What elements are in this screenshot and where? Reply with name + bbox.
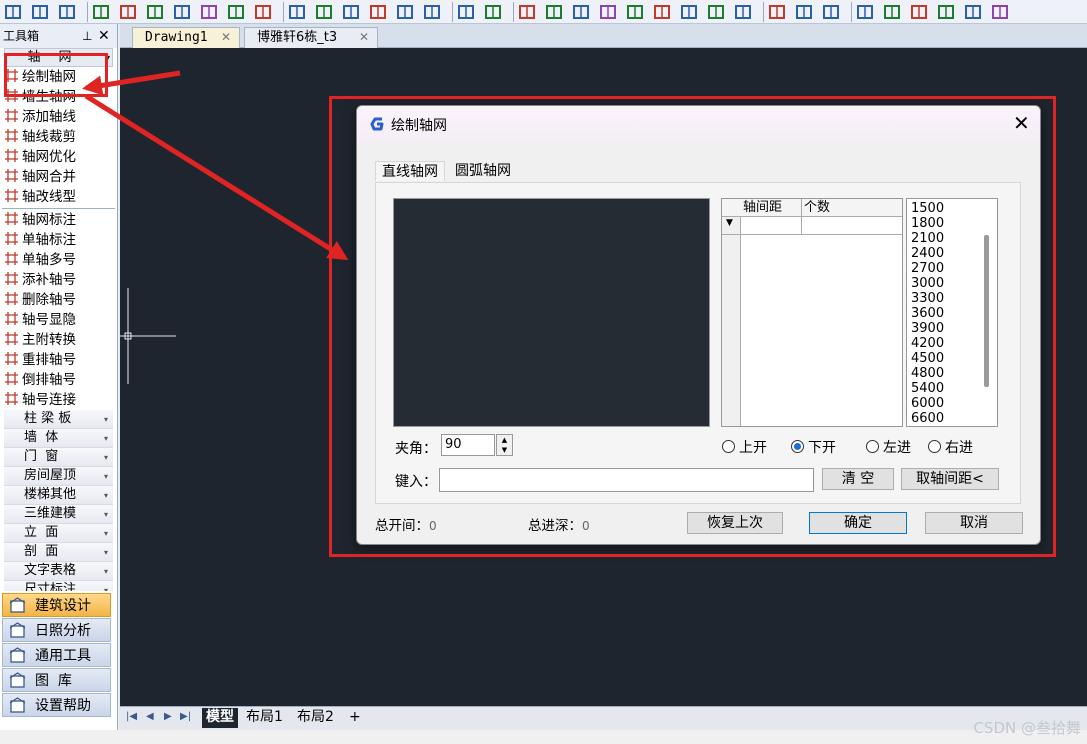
annotation-arrows (82, 70, 349, 261)
